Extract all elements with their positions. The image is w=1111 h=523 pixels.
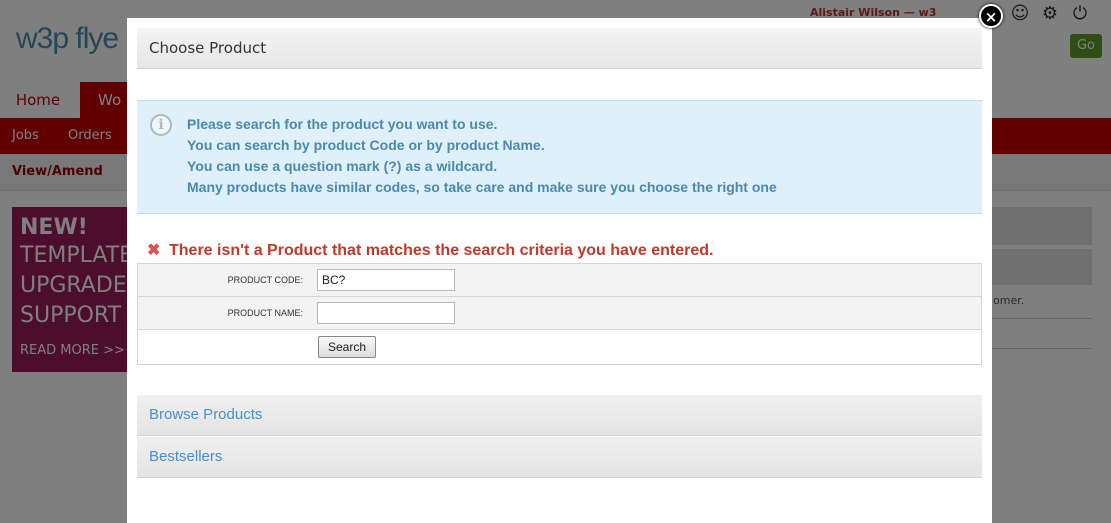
form-row-code: Product Code: BC? [138,264,981,297]
product-name-input[interactable] [317,302,455,324]
section-bestsellers[interactable]: Bestsellers [137,437,982,478]
form-row-name: Product Name: [138,297,981,330]
modal-title: Choose Product [149,39,267,57]
section-label[interactable]: Bestsellers [149,437,222,477]
search-button[interactable]: Search [318,336,376,358]
section-label[interactable]: Browse Products [149,395,262,435]
modal-header: Choose Product [137,28,982,69]
product-code-input[interactable]: BC? [317,269,455,291]
info-circle-icon: i [150,114,172,136]
x-error-icon: ✖ [147,242,161,259]
choose-product-modal: Choose Product i Please search for the p… [127,18,992,523]
info-line: Please search for the product you want t… [187,116,498,132]
error-text: There isn't a Product that matches the s… [169,242,714,259]
info-box: i Please search for the product you want… [137,100,982,214]
error-message: ✖ There isn't a Product that matches the … [147,240,713,260]
section-browse-products[interactable]: Browse Products [137,395,982,436]
info-line: You can use a question mark (?) as a wil… [187,158,498,174]
product-name-label: Product Name: [227,308,303,318]
info-line: Many products have similar codes, so tak… [187,179,777,195]
product-code-label: Product Code: [227,275,303,285]
info-line: You can search by product Code or by pro… [187,137,545,153]
close-icon[interactable]: × [979,4,1003,28]
search-form: Product Code: BC? Product Name: Search [137,263,982,365]
info-text: Please search for the product you want t… [187,114,777,198]
form-row-actions: Search [138,330,981,363]
